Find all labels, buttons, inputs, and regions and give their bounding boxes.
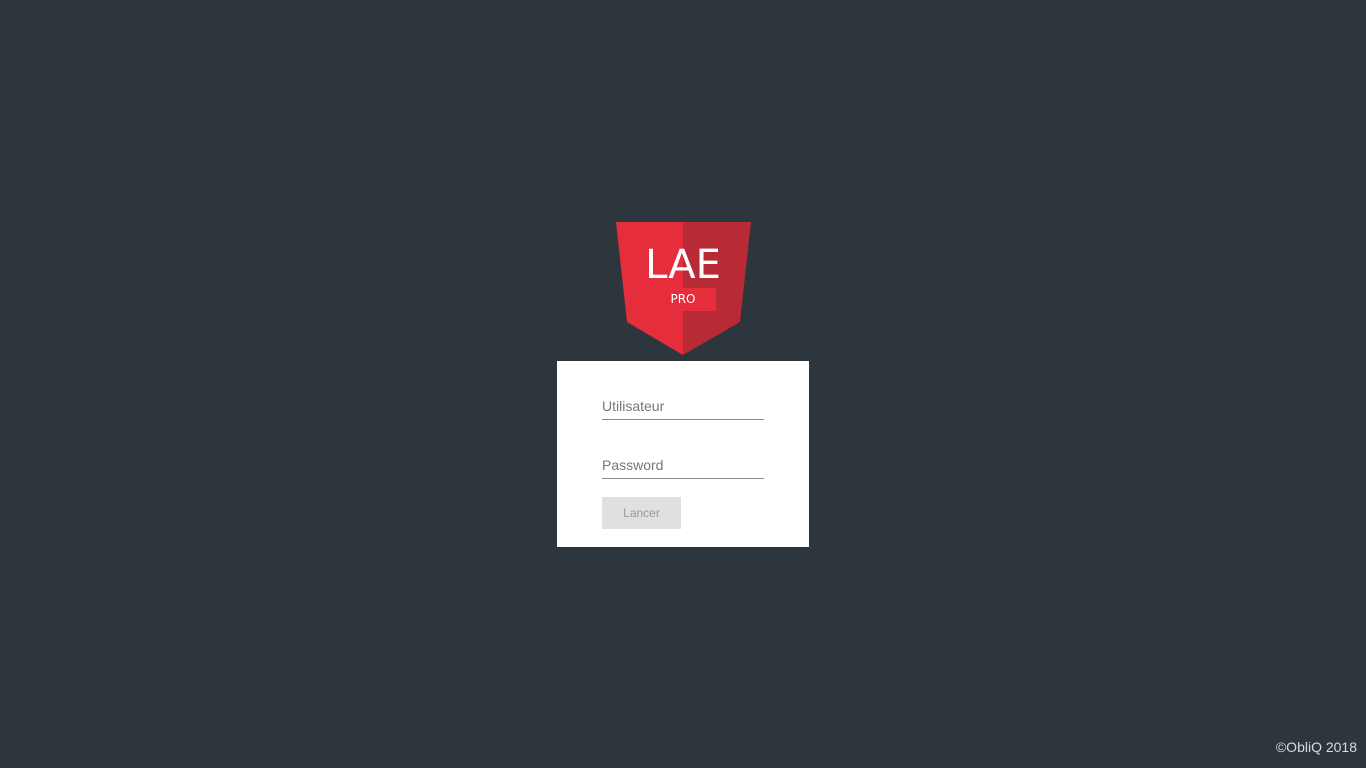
app-logo: LAE PRO: [616, 222, 751, 355]
password-input[interactable]: [602, 451, 764, 479]
logo-subtitle: PRO: [670, 292, 695, 306]
copyright-text: ©ObliQ 2018: [1275, 739, 1357, 755]
logo-title: LAE: [645, 242, 721, 288]
username-input[interactable]: [602, 392, 764, 420]
login-page: LAE PRO Lancer ©ObliQ 2018: [0, 0, 1366, 768]
submit-button[interactable]: Lancer: [602, 497, 681, 529]
shield-logo-icon: LAE PRO: [616, 222, 751, 355]
login-form: Lancer: [557, 361, 809, 547]
